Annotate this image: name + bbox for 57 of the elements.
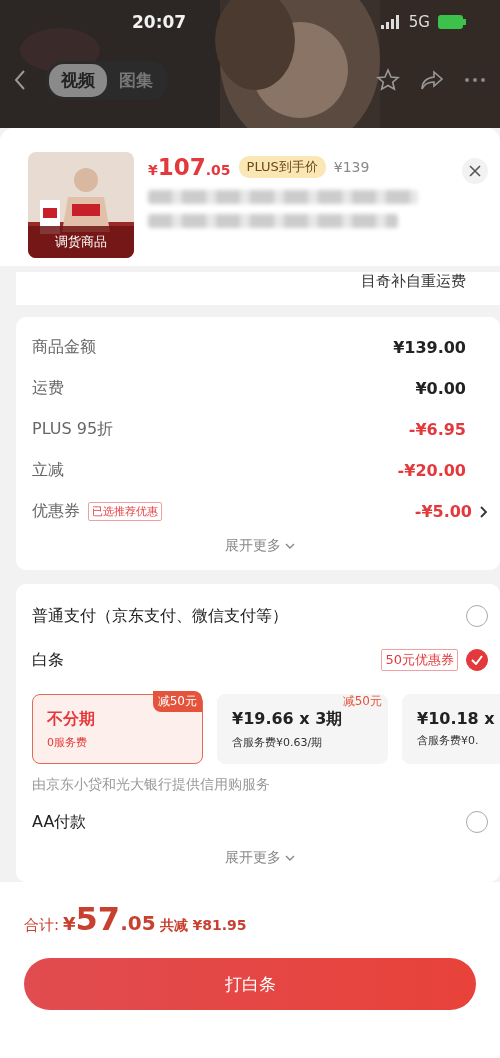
thumbnail-label: 调货商品 [28,226,134,258]
payment-method: AA付款 [32,811,87,833]
total-saved: 共减 ¥81.95 [159,917,247,935]
more-icon[interactable] [464,77,486,83]
expand-more-link[interactable]: 展开更多 [219,848,301,868]
product-price: ¥107.05 [148,154,231,180]
discount-label: 减50元 [341,693,383,710]
close-button[interactable] [462,158,488,184]
signal-icon [380,15,401,29]
star-icon[interactable] [376,68,400,92]
chevron-down-icon [285,543,295,549]
installment-option[interactable]: ¥10.18 x 含服务费¥0. [402,694,500,764]
fee-label: PLUS 95折 [32,419,114,440]
share-icon[interactable] [420,69,444,91]
fee-label: 运费 [32,378,64,399]
coupon-tag: 已选推荐优惠 [88,502,162,521]
fee-label: 商品金额 [32,337,96,358]
shipping-note: 目奇补自重运费 [361,272,466,291]
fee-value: -¥20.00 [397,461,466,480]
installment-title: ¥10.18 x [417,709,496,728]
installment-fee: 0服务费 [47,735,88,750]
total-label: 合计: [24,916,60,935]
status-time: 20:07 [132,12,187,32]
coupon-tag: 50元优惠券 [381,649,458,671]
fee-value: -¥6.95 [408,420,466,439]
fee-value: ¥139.00 [393,338,466,357]
payment-method: 白条 [32,649,64,671]
installment-fee: 含服务费¥0. [417,733,480,748]
payment-method: 普通支付（京东支付、微信支付等） [32,605,288,627]
installment-option[interactable]: 减50元 ¥19.66 x 3期 含服务费¥0.63/期 [217,694,388,764]
discount-label: 减50元 [152,691,202,712]
installment-title: ¥19.66 x 3期 [232,709,344,730]
chevron-right-icon[interactable] [480,505,488,518]
original-price: ¥139 [333,159,370,175]
back-icon[interactable] [14,69,26,91]
tab[interactable]: 图集 [107,63,165,97]
installment-title: 不分期 [47,709,96,730]
installment-fee: 含服务费¥0.63/期 [232,735,324,750]
fee-value: ¥0.00 [415,379,466,398]
installment-option[interactable]: 减50元 不分期 0服务费 [32,694,203,764]
close-icon [469,165,481,177]
total-price: ¥57.05 [63,900,156,938]
radio-button[interactable] [466,649,488,671]
radio-button[interactable] [466,811,488,833]
battery-icon [438,15,466,29]
chevron-down-icon [285,855,295,861]
expand-more-link[interactable]: 展开更多 [219,536,301,556]
network-label: 5G [408,13,430,31]
fee-value: -¥5.00 [414,502,472,521]
tab[interactable]: 视频 [49,63,107,97]
fee-label: 优惠券 [32,501,80,522]
fee-label: 立减 [32,460,64,481]
plus-price-badge: PLUS到手价 [238,156,326,178]
pay-button[interactable]: 打白条 [24,958,476,1010]
radio-button[interactable] [466,605,488,627]
check-icon [471,655,483,665]
credit-note: 由京东小贷和光大银行提供信用购服务 [32,776,271,794]
